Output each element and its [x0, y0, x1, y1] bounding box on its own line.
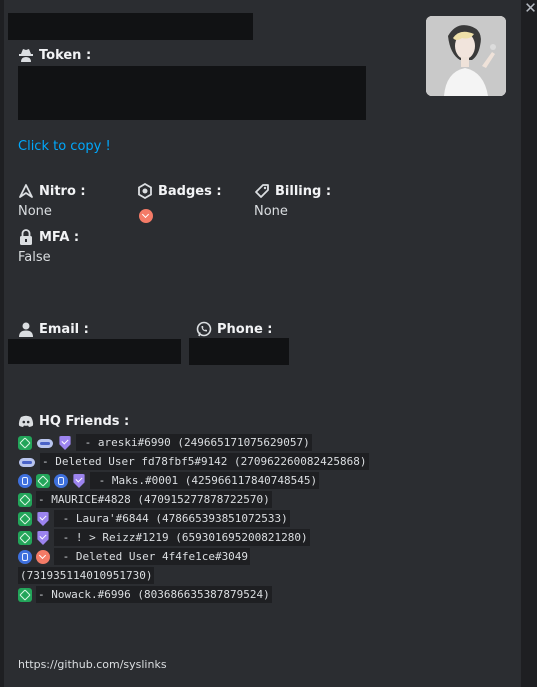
- phone-label: Phone :: [196, 321, 273, 337]
- token-label: Token :: [18, 47, 91, 63]
- friend-row: - MAURICE#4828 (470915277878722570): [18, 490, 478, 509]
- friend-row: - Deleted User fd78fbf5#9142 (2709622600…: [18, 452, 478, 471]
- tag-icon: [255, 184, 269, 198]
- discord-icon: [18, 415, 34, 427]
- early-supporter-badge-icon: [37, 531, 49, 545]
- hypesquad-badge-icon: [18, 531, 32, 545]
- billing-value: None: [254, 204, 288, 219]
- friend-row: - Nowack.#6996 (803686635387879524): [18, 585, 478, 604]
- nitro-label: Nitro :: [18, 183, 86, 199]
- friend-row: (731935114010951730): [18, 566, 478, 585]
- friend-row: - areski#6990 (249665171075629057): [18, 433, 478, 452]
- developer-badge-icon: [54, 474, 68, 488]
- friend-row: - Maks.#0001 (425966117840748545): [18, 471, 478, 490]
- github-link[interactable]: https://github.com/syslinks: [18, 658, 167, 671]
- hypesquad-badge-icon: [18, 493, 32, 507]
- hexagon-badge-icon: [138, 183, 152, 199]
- email-label: Email :: [18, 321, 89, 337]
- early-supporter-badge-icon: [73, 474, 85, 488]
- hypesquad-badge-icon: [18, 588, 32, 602]
- hypesquad-badge-icon: [18, 512, 32, 526]
- friend-text: - MAURICE#4828 (470915277878722570): [36, 491, 272, 508]
- spy-icon: [19, 49, 33, 62]
- redacted-token: [18, 66, 366, 120]
- developer-badge-icon: [18, 550, 32, 564]
- billing-label: Billing :: [254, 183, 331, 199]
- friend-text: (731935114010951730): [18, 567, 155, 584]
- hypesquad-badge-icon: [36, 474, 50, 488]
- avatar: [426, 16, 506, 96]
- redacted-email: [8, 339, 181, 364]
- copy-token-link[interactable]: Click to copy !: [18, 139, 111, 154]
- nitro-boost-badge-icon: [36, 436, 54, 450]
- redacted-title: [8, 13, 253, 40]
- friend-text: - Deleted User fd78fbf5#9142 (2709622600…: [40, 453, 369, 470]
- nitro-boost-badge-icon: [18, 455, 36, 469]
- badges-label: Badges :: [137, 183, 222, 199]
- friend-row: - ! > Reizz#1219 (659301695200821280): [18, 528, 478, 547]
- friend-row: - Deleted User 4f4fe1ce#3049: [18, 547, 478, 566]
- friends-list: - areski#6990 (249665171075629057) - Dele…: [18, 433, 478, 604]
- mfa-value: False: [18, 250, 51, 265]
- lock-icon: [20, 229, 32, 245]
- hypesquad-badge-icon: [18, 436, 32, 450]
- friend-text: - ! > Reizz#1219 (659301695200821280): [54, 529, 310, 546]
- friend-row: - Laura'#6844 (478665393851072533): [18, 509, 478, 528]
- developer-badge-icon: [18, 474, 32, 488]
- friend-text: - Deleted User 4f4fe1ce#3049: [54, 548, 251, 565]
- early-supporter-badge-icon: [37, 512, 49, 526]
- friend-text: - Nowack.#6996 (803686635387879524): [36, 586, 272, 603]
- early-supporter-badge-icon: [59, 436, 71, 450]
- redacted-phone: [189, 338, 289, 365]
- badge-bug-hunter-icon: [139, 205, 157, 224]
- user-icon: [19, 322, 33, 337]
- hq-friends-label: HQ Friends :: [18, 413, 129, 429]
- close-icon[interactable]: ✕: [524, 1, 537, 16]
- nitro-icon: [19, 184, 33, 198]
- whatsapp-icon: [196, 321, 212, 337]
- friend-text: - Laura'#6844 (478665393851072533): [54, 510, 290, 527]
- mfa-label: MFA :: [18, 229, 79, 245]
- bug-hunter-badge-icon: [36, 550, 50, 564]
- friend-text: - Maks.#0001 (425966117840748545): [90, 472, 320, 489]
- friend-text: - areski#6990 (249665171075629057): [76, 434, 312, 451]
- nitro-value: None: [18, 204, 52, 219]
